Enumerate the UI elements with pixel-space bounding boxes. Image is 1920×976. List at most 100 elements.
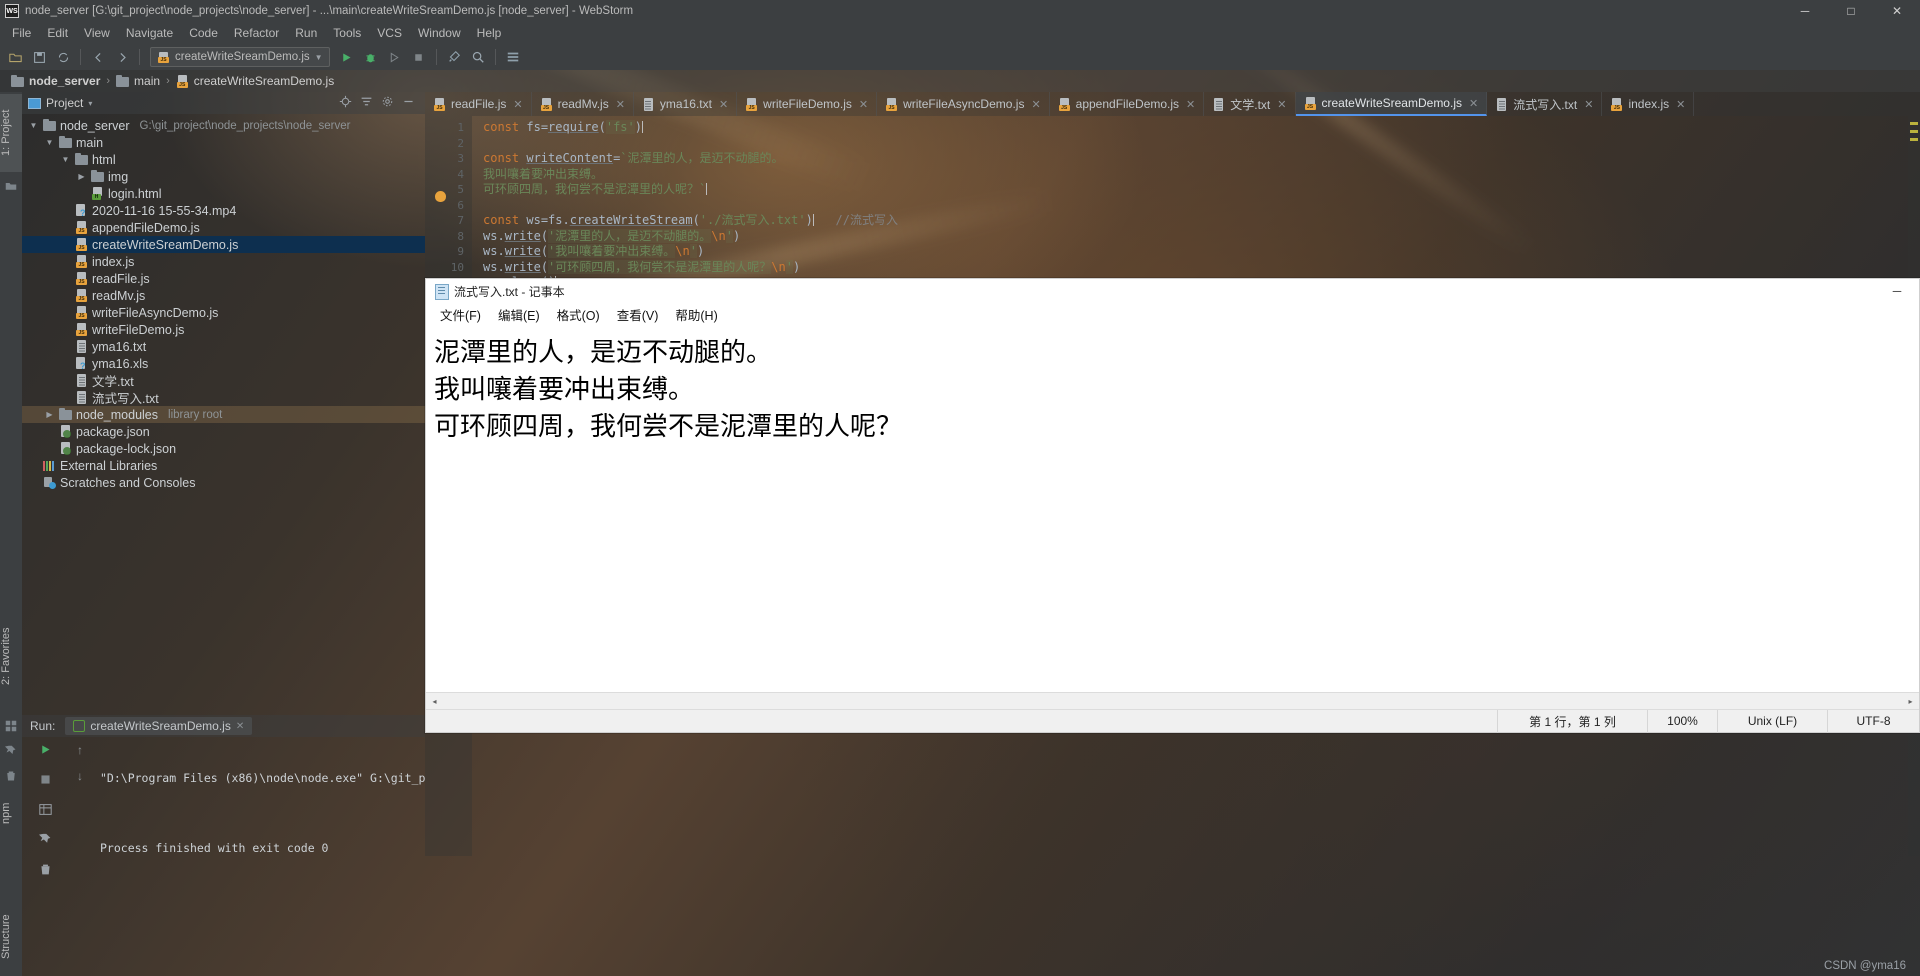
tool-window-button-npm[interactable]: npm — [0, 787, 22, 839]
run-icon[interactable] — [336, 46, 358, 68]
tree-item[interactable]: writeFileDemo.js — [22, 321, 425, 338]
trash-icon[interactable] — [39, 863, 52, 881]
editor-tab[interactable]: 文学.txt ✕ — [1204, 92, 1296, 116]
tree-item[interactable]: index.js — [22, 253, 425, 270]
run-console-output[interactable]: "D:\Program Files (x86)\node\node.exe" G… — [92, 737, 425, 955]
pin-icon[interactable] — [38, 833, 52, 851]
menu-view[interactable]: View — [76, 23, 118, 43]
menu-edit[interactable]: Edit — [39, 23, 76, 43]
inspection-marker[interactable] — [1910, 122, 1918, 125]
collapse-all-icon[interactable] — [360, 95, 373, 111]
expand-arrow-icon[interactable]: ▼ — [60, 155, 71, 164]
menu-run[interactable]: Run — [287, 23, 325, 43]
editor-tab[interactable]: index.js ✕ — [1602, 92, 1695, 116]
tree-item[interactable]: 流式写入.txt — [22, 389, 425, 406]
tree-item[interactable]: 2020-11-16 15-55-34.mp4 — [22, 202, 425, 219]
expand-arrow-icon[interactable]: ▶ — [44, 410, 55, 419]
tree-item[interactable]: yma16.xls — [22, 355, 425, 372]
editor-tab[interactable]: writeFileAsyncDemo.js ✕ — [877, 92, 1050, 116]
editor-tab[interactable]: readFile.js ✕ — [425, 92, 532, 116]
tree-item[interactable]: ▼ node_server G:\git_project\node_projects… — [22, 117, 425, 134]
tree-item[interactable]: 文学.txt — [22, 372, 425, 389]
menu-help[interactable]: Help — [469, 23, 510, 43]
tree-item[interactable]: Scratches and Consoles — [22, 474, 425, 491]
hide-icon[interactable] — [402, 95, 415, 111]
close-icon[interactable]: ✕ — [859, 98, 868, 111]
stop-icon[interactable] — [408, 46, 430, 68]
sync-icon[interactable] — [52, 46, 74, 68]
tree-item[interactable]: ▼ main — [22, 134, 425, 151]
tree-item[interactable]: ▼ html — [22, 151, 425, 168]
chevron-down-icon[interactable]: ▾ — [88, 99, 92, 108]
expand-arrow-icon[interactable]: ▼ — [28, 121, 39, 130]
editor-tab[interactable]: readMv.js ✕ — [532, 92, 634, 116]
run-tab[interactable]: createWriteSreamDemo.js ✕ — [65, 717, 253, 735]
scroll-left-arrow-icon[interactable]: ◂ — [426, 693, 443, 710]
inspection-marker[interactable] — [1910, 138, 1918, 141]
stop-icon[interactable] — [39, 773, 52, 791]
close-icon[interactable]: ✕ — [1469, 97, 1478, 110]
menu-file[interactable]: File — [4, 23, 39, 43]
notepad-text-area[interactable]: 泥潭里的人，是迈不动腿的。 我叫嚷着要冲出束缚。 可环顾四周，我何尝不是泥潭里的… — [426, 325, 1919, 692]
inspection-marker[interactable] — [1910, 130, 1918, 133]
build-icon[interactable] — [443, 46, 465, 68]
notepad-menu-format[interactable]: 格式(O) — [550, 303, 607, 326]
close-icon[interactable]: ✕ — [1676, 98, 1685, 111]
tree-item[interactable]: readMv.js — [22, 287, 425, 304]
locate-icon[interactable] — [339, 95, 352, 111]
tree-item[interactable]: ▶ node_modules library root — [22, 406, 425, 423]
settings-icon[interactable] — [381, 95, 394, 111]
menu-tools[interactable]: Tools — [325, 23, 369, 43]
tree-item[interactable]: writeFileAsyncDemo.js — [22, 304, 425, 321]
close-icon[interactable]: ✕ — [236, 721, 244, 732]
tree-item[interactable]: yma16.txt — [22, 338, 425, 355]
menu-navigate[interactable]: Navigate — [118, 23, 181, 43]
breadcrumb-item-file[interactable]: createWriteSreamDemo.js — [173, 73, 337, 89]
close-icon[interactable]: ✕ — [1584, 98, 1593, 111]
notepad-menu-file[interactable]: 文件(F) — [433, 303, 488, 326]
close-button[interactable]: ✕ — [1874, 0, 1920, 22]
trash-icon[interactable] — [4, 770, 18, 784]
notepad-horizontal-scrollbar[interactable]: ◂ ▸ — [426, 692, 1919, 709]
tree-item[interactable]: External Libraries — [22, 457, 425, 474]
notepad-window[interactable]: 流式写入.txt - 记事本 ─ 文件(F) 编辑(E) 格式(O) 查看(V)… — [425, 278, 1920, 733]
scroll-right-arrow-icon[interactable]: ▸ — [1902, 693, 1919, 710]
notepad-menu-view[interactable]: 查看(V) — [610, 303, 666, 326]
notepad-minimize-button[interactable]: ─ — [1875, 279, 1919, 303]
menu-vcs[interactable]: VCS — [369, 23, 410, 43]
tree-item[interactable]: readFile.js — [22, 270, 425, 287]
notepad-menu-edit[interactable]: 编辑(E) — [491, 303, 547, 326]
editor-tab[interactable]: appendFileDemo.js ✕ — [1050, 92, 1205, 116]
breadcrumb-item-node-server[interactable]: node_server — [8, 73, 103, 89]
editor-tab[interactable]: 流式写入.txt ✕ — [1487, 92, 1603, 116]
close-icon[interactable]: ✕ — [719, 98, 728, 111]
tree-item[interactable]: login.html — [22, 185, 425, 202]
back-icon[interactable] — [87, 46, 109, 68]
expand-arrow-icon[interactable]: ▼ — [44, 138, 55, 147]
scroll-down-icon[interactable]: ↓ — [77, 769, 83, 783]
scroll-up-icon[interactable]: ↑ — [77, 743, 83, 757]
rerun-icon[interactable] — [39, 743, 52, 761]
menu-code[interactable]: Code — [181, 23, 226, 43]
settings-icon[interactable] — [502, 46, 524, 68]
save-icon[interactable] — [28, 46, 50, 68]
close-icon[interactable]: ✕ — [616, 98, 625, 111]
maximize-button[interactable]: □ — [1828, 0, 1874, 22]
tool-window-button-project[interactable]: 1: Project — [0, 94, 22, 172]
minimize-button[interactable]: ─ — [1782, 0, 1828, 22]
run-configuration-selector[interactable]: createWriteSreamDemo.js ▼ — [150, 47, 330, 67]
tree-item[interactable]: package.json — [22, 423, 425, 440]
close-icon[interactable]: ✕ — [1277, 98, 1286, 111]
folder-icon[interactable] — [4, 180, 18, 194]
editor-tab[interactable]: writeFileDemo.js ✕ — [737, 92, 878, 116]
project-tree[interactable]: ▼ node_server G:\git_project\node_projects… — [22, 114, 425, 491]
tree-item[interactable]: package-lock.json — [22, 440, 425, 457]
open-icon[interactable] — [4, 46, 26, 68]
breadcrumb-item-main[interactable]: main — [113, 73, 163, 89]
tree-item[interactable]: appendFileDemo.js — [22, 219, 425, 236]
editor-tab-strip[interactable]: readFile.js✕readMv.js✕yma16.txt✕writeFil… — [425, 92, 1920, 116]
menu-window[interactable]: Window — [410, 23, 469, 43]
tree-item[interactable]: ▶ img — [22, 168, 425, 185]
forward-icon[interactable] — [111, 46, 133, 68]
grid-icon[interactable] — [38, 803, 52, 821]
